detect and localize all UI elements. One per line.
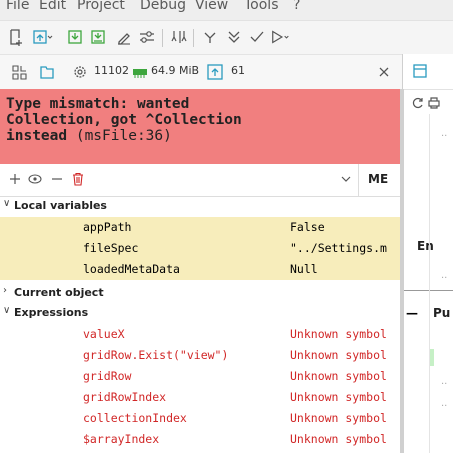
editor-gutter-dots: .. [441,376,448,387]
debug-status-bar: 11102 64.9 MiB 61 [0,54,402,90]
menu-bar: File Edit Project Debug View Tools ? [0,0,453,21]
thread-count: 61 [231,64,245,77]
menu-debug[interactable]: Debug [140,0,186,13]
expression-row[interactable]: gridRow Unknown symbol [0,366,402,387]
expressions-header[interactable]: ∨ Expressions [0,303,402,324]
menu-edit[interactable]: Edit [39,0,66,13]
run-icon[interactable] [270,25,292,49]
add-icon[interactable] [4,167,26,191]
save-icon[interactable] [64,25,86,49]
open-file-icon[interactable] [32,25,54,49]
watch-icon[interactable] [24,167,46,191]
expression-row[interactable]: $arrayIndex Unknown symbol [0,429,402,450]
expression-row[interactable]: collectionIndex Unknown symbol [0,408,402,429]
error-text-line: Collection, got ^Collection [6,112,242,128]
memory-icon [129,60,151,84]
close-icon[interactable] [373,60,395,84]
local-variable-row[interactable]: loadedMetaData Null [0,259,402,280]
divider [403,89,453,90]
double-chevron-down-icon[interactable] [223,25,245,49]
gutter-line [429,114,430,453]
settings-sliders-icon[interactable] [136,25,158,49]
local-variables-header[interactable]: ∨ Local variables [0,196,402,217]
local-variable-row[interactable]: appPath False [0,217,402,238]
menu-view[interactable]: View [195,0,228,13]
filter-icon[interactable] [199,25,221,49]
divider [358,164,359,196]
menu-tools[interactable]: Tools [244,0,279,13]
local-variable-row[interactable]: fileSpec "../Settings.m [0,238,402,259]
object-count: 11102 [94,64,129,77]
expression-row[interactable]: gridRowIndex Unknown symbol [0,387,402,408]
error-text-end: instead [6,128,68,144]
editor-text-fragment: Pu [433,306,451,320]
error-text-line: instead (msFile:36) [6,128,172,144]
memory-usage: 64.9 MiB [151,64,200,77]
folder-icon[interactable] [36,60,58,84]
toolbar-divider [193,29,194,47]
chevron-down-icon[interactable] [335,167,357,191]
editor-gutter-dots: .. [441,270,448,281]
upload-icon[interactable] [204,60,226,84]
toolbar [0,21,453,54]
editor-gutter-dots: .. [441,398,448,409]
menu-help[interactable]: ? [293,0,300,13]
chevron-down-icon[interactable]: ∨ [3,198,10,209]
menu-project[interactable]: Project [77,0,125,13]
chevron-down-icon[interactable]: ∨ [3,305,10,316]
chevron-right-icon[interactable]: › [3,285,7,296]
menu-file[interactable]: File [6,0,29,13]
expression-row[interactable]: gridRow.Exist("view") Unknown symbol [0,345,402,366]
expression-row[interactable]: valueX Unknown symbol [0,324,402,345]
scrollbar[interactable] [400,89,404,453]
trash-icon[interactable] [67,167,89,191]
current-object-header[interactable]: › Current object [0,283,402,304]
collapse-icon[interactable]: — [406,306,418,320]
error-message: Type mismatch: wanted Collection, got ^C… [0,89,402,164]
remove-icon[interactable] [46,167,68,191]
variables-panel-toolbar: ME [0,164,402,197]
save-all-icon[interactable] [87,25,109,49]
error-location: (msFile:36) [75,128,172,144]
editor-pane[interactable]: .. .. En — Pu .. .. [402,54,453,453]
edit-icon[interactable] [113,25,135,49]
toolbar-divider [162,29,163,47]
panel-icon[interactable] [409,59,431,83]
layout-icon[interactable] [8,60,30,84]
print-icon[interactable] [423,91,445,115]
check-icon[interactable] [246,25,268,49]
editor-gutter-dots: .. [441,128,448,139]
gear-icon[interactable] [69,60,91,84]
me-button[interactable]: ME [368,172,388,186]
error-text-line: Type mismatch: wanted [6,96,190,112]
editor-text-fragment: En [417,239,434,253]
breakpoints-icon[interactable] [169,25,191,49]
new-file-icon[interactable] [6,25,28,49]
divider [403,290,453,291]
